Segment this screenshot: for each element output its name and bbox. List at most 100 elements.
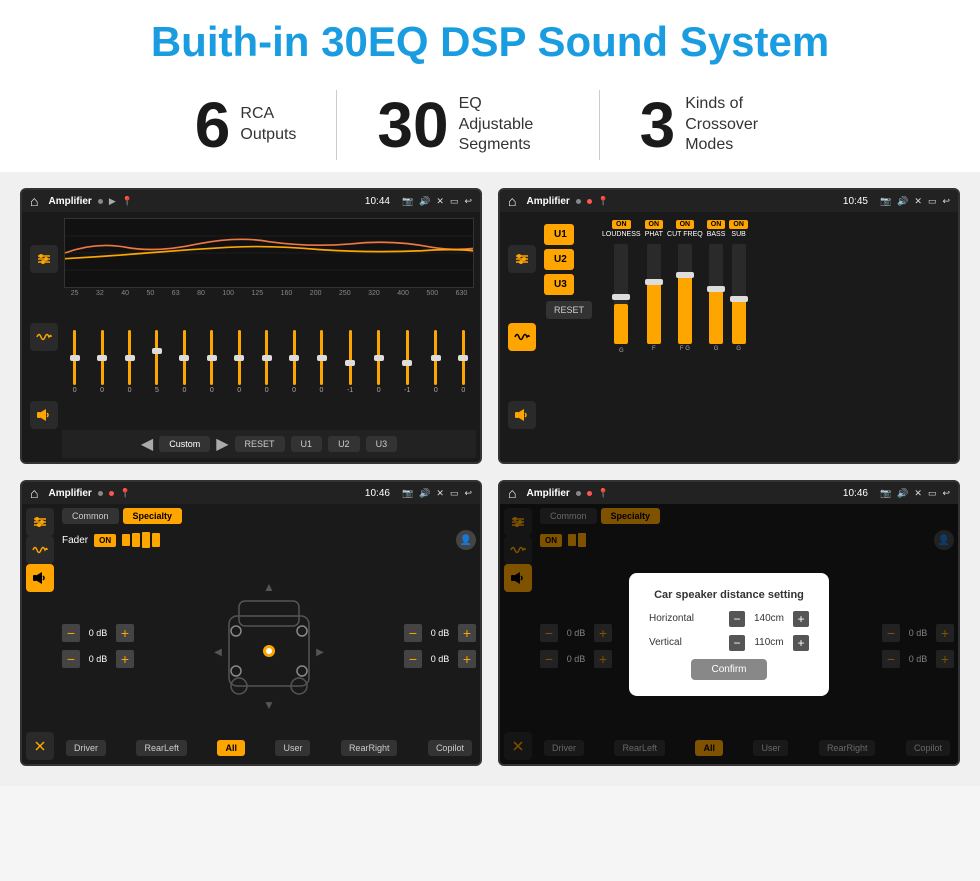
rearleft-btn[interactable]: RearLeft (136, 740, 187, 756)
eq-slider-10[interactable]: -1 (347, 330, 353, 400)
eq-left-sidebar (26, 216, 62, 458)
fader-expand-btn[interactable] (26, 732, 54, 760)
eq-slider-14[interactable]: 0 (461, 330, 465, 400)
minus-br[interactable]: − (404, 650, 422, 668)
plus-tl[interactable]: + (116, 624, 134, 642)
specialty-tab[interactable]: Specialty (123, 508, 183, 524)
horizontal-label: Horizontal (649, 613, 694, 624)
screenshot-fader: Amplifier 📍 10:46 📷 🔊 ✕ ▭ ↩ (20, 480, 482, 766)
back-icon-3[interactable]: ↩ (464, 488, 472, 499)
home-icon[interactable] (30, 193, 38, 209)
minus-tl[interactable]: − (62, 624, 80, 642)
vertical-plus[interactable]: + (793, 635, 809, 651)
minimize-icon-2[interactable]: ▭ (928, 196, 937, 207)
eq-slider-8[interactable]: 0 (292, 330, 296, 400)
fader-filter-btn[interactable] (26, 508, 54, 536)
close-icon-4[interactable]: ✕ (914, 488, 922, 499)
reset-nav-btn[interactable]: RESET (235, 436, 285, 452)
right-vol-controls: − 0 dB + − 0 dB + (404, 624, 476, 668)
preset-u1[interactable]: U1 (544, 224, 574, 245)
volume-icon[interactable]: 🔊 (419, 196, 430, 207)
plus-br[interactable]: + (458, 650, 476, 668)
fader-controls: Fader ON 👤 (62, 530, 476, 550)
eq-filter-btn[interactable] (30, 245, 58, 273)
close-icon-2[interactable]: ✕ (914, 196, 922, 207)
play-icon[interactable]: ▶ (109, 196, 116, 207)
time-2: 10:45 (843, 196, 868, 207)
back-icon-2[interactable]: ↩ (942, 196, 950, 207)
preset-u2[interactable]: U2 (544, 249, 574, 270)
eq-slider-2[interactable]: 0 (128, 330, 132, 400)
ch-sub: ON SUB G (729, 220, 748, 454)
all-btn[interactable]: All (217, 740, 245, 756)
plus-bl[interactable]: + (116, 650, 134, 668)
rec-dot-4 (587, 491, 592, 496)
rearright-btn[interactable]: RearRight (341, 740, 398, 756)
minimize-icon-3[interactable]: ▭ (450, 488, 459, 499)
crossover-filter-btn[interactable] (508, 245, 536, 273)
vol-val-br: 0 dB (426, 654, 454, 664)
u2-btn[interactable]: U2 (328, 436, 360, 452)
minus-bl[interactable]: − (62, 650, 80, 668)
eq-slider-4[interactable]: 0 (182, 330, 186, 400)
fader-bars-group (122, 532, 160, 548)
crossover-wave-btn[interactable] (508, 323, 536, 351)
eq-slider-9[interactable]: 0 (320, 330, 324, 400)
common-tab[interactable]: Common (62, 508, 119, 524)
plus-tr[interactable]: + (458, 624, 476, 642)
custom-btn[interactable]: Custom (159, 436, 210, 452)
minus-tr[interactable]: − (404, 624, 422, 642)
home-icon-4[interactable] (508, 485, 516, 501)
user-btn[interactable]: User (275, 740, 310, 756)
eq-slider-7[interactable]: 0 (265, 330, 269, 400)
home-icon-2[interactable] (508, 193, 516, 209)
home-icon-3[interactable] (30, 485, 38, 501)
copilot-btn[interactable]: Copilot (428, 740, 472, 756)
volume-icon-4[interactable]: 🔊 (897, 488, 908, 499)
volume-icon-3[interactable]: 🔊 (419, 488, 430, 499)
close-icon[interactable]: ✕ (436, 196, 444, 207)
eq-slider-11[interactable]: 0 (377, 330, 381, 400)
prev-btn[interactable]: ◀ (141, 434, 153, 454)
camera-icon: 📷 (402, 196, 413, 207)
fader-bar-4 (152, 533, 160, 547)
location-icon-4: 📍 (598, 488, 609, 499)
minimize-icon[interactable]: ▭ (450, 196, 459, 207)
car-layout: ▲ ▼ ◀ ▶ (138, 581, 400, 711)
close-icon-3[interactable]: ✕ (436, 488, 444, 499)
fader-wave-btn[interactable] (26, 536, 54, 564)
eq-slider-1[interactable]: 0 (100, 330, 104, 400)
fader-on-toggle[interactable]: ON (94, 534, 116, 547)
next-btn[interactable]: ▶ (216, 434, 228, 454)
eq-slider-0[interactable]: 0 (73, 330, 77, 400)
volume-icon-2[interactable]: 🔊 (897, 196, 908, 207)
vertical-minus[interactable]: − (729, 635, 745, 651)
eq-slider-3[interactable]: 5 (155, 330, 159, 400)
horizontal-plus[interactable]: + (793, 611, 809, 627)
u3-btn[interactable]: U3 (366, 436, 398, 452)
profile-icon[interactable]: 👤 (456, 530, 476, 550)
crossover-speaker-btn[interactable] (508, 401, 536, 429)
stat-eq: 30 EQ Adjustable Segments (337, 93, 598, 157)
reset-btn-2[interactable]: RESET (546, 301, 592, 319)
eq-slider-13[interactable]: 0 (434, 330, 438, 400)
eq-slider-6[interactable]: 0 (237, 330, 241, 400)
driver-btn[interactable]: Driver (66, 740, 106, 756)
vertical-controls: − 110cm + (729, 635, 809, 651)
eq-slider-12[interactable]: -1 (404, 330, 410, 400)
horizontal-minus[interactable]: − (729, 611, 745, 627)
back-icon[interactable]: ↩ (464, 196, 472, 207)
eq-wave-btn[interactable] (30, 323, 58, 351)
screenshots-grid: Amplifier ▶ 📍 10:44 📷 🔊 ✕ ▭ ↩ (0, 172, 980, 786)
minimize-icon-4[interactable]: ▭ (928, 488, 937, 499)
confirm-button[interactable]: Confirm (691, 659, 766, 680)
eq-slider-5[interactable]: 0 (210, 330, 214, 400)
eq-speaker-btn[interactable] (30, 401, 58, 429)
eq-right-content: 253240506380100125160200250320400500630 … (62, 216, 476, 458)
status-dot-2 (576, 199, 581, 204)
back-icon-4[interactable]: ↩ (942, 488, 950, 499)
u1-btn[interactable]: U1 (291, 436, 323, 452)
time-1: 10:44 (365, 196, 390, 207)
preset-u3[interactable]: U3 (544, 274, 574, 295)
fader-speaker-btn[interactable] (26, 564, 54, 592)
